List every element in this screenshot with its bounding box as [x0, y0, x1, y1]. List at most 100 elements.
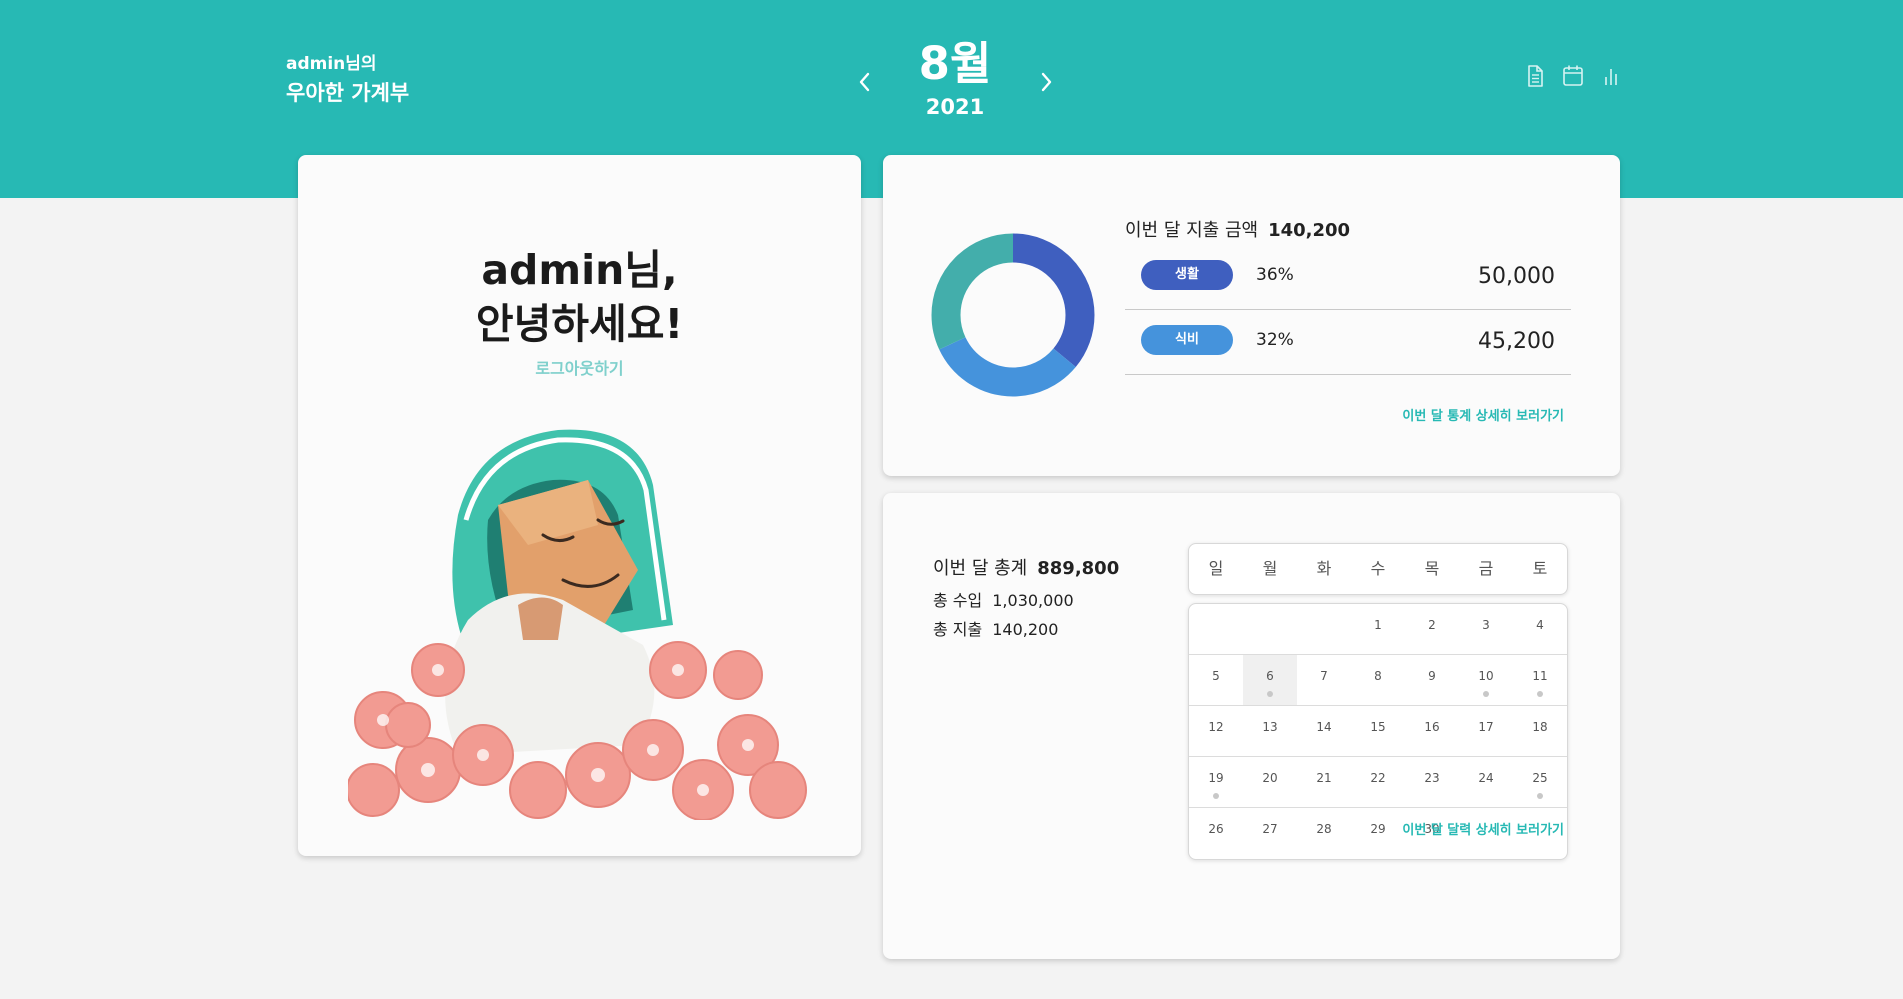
calendar-day[interactable]: 16 [1405, 706, 1459, 756]
calendar-week-row: 5 6 7 8 9 10 11 [1189, 655, 1567, 706]
calendar-day-number: 2 [1428, 618, 1436, 632]
calendar-day[interactable]: 7 [1297, 655, 1351, 705]
monthly-total-title: 이번 달 총계 889,800 [933, 557, 1119, 581]
calendar-day-number: 1 [1374, 618, 1382, 632]
greeting: admin님, 안녕하세요! [298, 243, 861, 351]
expense-donut-chart [931, 233, 1095, 397]
calendar-icon [1563, 65, 1583, 86]
calendar-day[interactable]: 4 [1513, 604, 1567, 654]
calendar-view-button[interactable] [1561, 62, 1585, 90]
expense-value: 140,200 [992, 620, 1059, 639]
calendar-day-number: 16 [1424, 720, 1440, 734]
stats-detail-link[interactable]: 이번 달 통계 상세히 보러가기 [1402, 405, 1564, 424]
calendar-day[interactable]: 5 [1189, 655, 1243, 705]
character-illustration [348, 429, 807, 820]
transaction-dot [1267, 691, 1273, 697]
weekday-label: 금 [1478, 559, 1494, 578]
calendar-day-number: 12 [1208, 720, 1224, 734]
category-percent: 32% [1256, 330, 1294, 350]
monthly-total-label: 이번 달 총계 [933, 558, 1028, 579]
calendar-day[interactable]: 20 [1243, 757, 1297, 807]
income-line: 총 수입 1,030,000 [933, 590, 1074, 612]
chart-view-button[interactable] [1599, 62, 1623, 90]
calendar-day-number: 6 [1266, 669, 1274, 683]
calendar-week-row: 1 2 3 4 [1189, 604, 1567, 655]
weekday-label: 월 [1262, 559, 1278, 578]
calendar-day[interactable]: 14 [1297, 706, 1351, 756]
expense-line: 총 지출 140,200 [933, 619, 1058, 641]
calendar-day[interactable]: 25 [1513, 757, 1567, 807]
brand-line-2: 우아한 가계부 [286, 81, 410, 105]
calendar-day[interactable]: 21 [1297, 757, 1351, 807]
calendar-day-number: 11 [1532, 669, 1548, 683]
calendar-day[interactable]: 15 [1351, 706, 1405, 756]
calendar-day[interactable]: 11 [1513, 655, 1567, 705]
current-year: 2021 [925, 95, 985, 119]
weekday-label: 토 [1532, 559, 1548, 578]
category-percent: 36% [1256, 265, 1294, 285]
profile-card: admin님, 안녕하세요! 로그아웃하기 [298, 155, 861, 856]
category-amount: 50,000 [1478, 264, 1555, 289]
chart-icon [1605, 69, 1617, 85]
transaction-dot [1537, 691, 1543, 697]
list-view-button[interactable] [1523, 62, 1547, 90]
calendar-day[interactable]: 28 [1297, 808, 1351, 858]
transaction-dot [1537, 793, 1543, 799]
calendar-day[interactable]: 9 [1405, 655, 1459, 705]
calendar-day-number: 13 [1262, 720, 1278, 734]
weekday-label: 화 [1316, 559, 1332, 578]
chevron-right-icon [1041, 72, 1052, 92]
calendar-day[interactable]: 22 [1351, 757, 1405, 807]
next-month-button[interactable] [1036, 65, 1056, 99]
weekday-label: 일 [1208, 559, 1224, 578]
calendar-day[interactable]: 13 [1243, 706, 1297, 756]
calendar-day-number: 29 [1370, 822, 1386, 836]
calendar-day[interactable]: 26 [1189, 808, 1243, 858]
brand-title[interactable]: admin님의 우아한 가계부 [286, 50, 409, 108]
category-badge: 생활 [1141, 260, 1233, 290]
calendar-day[interactable]: 29 [1351, 808, 1405, 858]
category-row[interactable]: 식비 32% 45,200 [1125, 310, 1571, 375]
calendar-day[interactable]: 6 [1243, 655, 1297, 705]
logout-link[interactable]: 로그아웃하기 [298, 355, 861, 379]
weekday-label: 목 [1424, 559, 1440, 578]
brand-line-1: admin님의 [286, 54, 377, 74]
calendar-day[interactable]: 3 [1459, 604, 1513, 654]
calendar-day[interactable]: 17 [1459, 706, 1513, 756]
calendar-day-number: 23 [1424, 771, 1440, 785]
calendar-empty-cell [1243, 604, 1297, 654]
monthly-calendar-card: 이번 달 총계 889,800 총 수입 1,030,000 총 지출 140,200… [883, 493, 1620, 959]
calendar-day-number: 26 [1208, 822, 1224, 836]
calendar-day[interactable]: 23 [1405, 757, 1459, 807]
calendar-day-number: 4 [1536, 618, 1544, 632]
calendar-empty-cell [1297, 604, 1351, 654]
calendar-day-number: 18 [1532, 720, 1548, 734]
calendar-day-number: 14 [1316, 720, 1332, 734]
category-row[interactable]: 생활 36% 50,000 [1125, 245, 1571, 310]
income-label: 총 수입 [933, 591, 983, 610]
calendar-empty-cell [1189, 604, 1243, 654]
calendar-day[interactable]: 24 [1459, 757, 1513, 807]
calendar-day-number: 19 [1208, 771, 1224, 785]
calendar-day[interactable]: 10 [1459, 655, 1513, 705]
calendar-day-number: 5 [1212, 669, 1220, 683]
calendar-day[interactable]: 8 [1351, 655, 1405, 705]
transaction-dot [1213, 793, 1219, 799]
calendar-day-number: 27 [1262, 822, 1278, 836]
calendar-day[interactable]: 19 [1189, 757, 1243, 807]
calendar-day[interactable]: 18 [1513, 706, 1567, 756]
calendar-day-number: 22 [1370, 771, 1386, 785]
calendar-day[interactable]: 27 [1243, 808, 1297, 858]
calendar-day-number: 7 [1320, 669, 1328, 683]
calendar-day[interactable]: 2 [1405, 604, 1459, 654]
calendar-day[interactable]: 12 [1189, 706, 1243, 756]
calendar-day[interactable]: 1 [1351, 604, 1405, 654]
calendar-week-row: 19 20 21 22 23 24 25 [1189, 757, 1567, 808]
current-month: 8월 [918, 37, 992, 90]
category-badge: 식비 [1141, 325, 1233, 355]
calendar-weekday-header: 일 월 화 수 목 금 토 [1188, 543, 1568, 595]
calendar-detail-link[interactable]: 이번 달 달력 상세히 보러가기 [1402, 819, 1564, 838]
calendar-day-number: 15 [1370, 720, 1386, 734]
greeting-line-1: admin님, [481, 246, 678, 294]
calendar-day-number: 9 [1428, 669, 1436, 683]
